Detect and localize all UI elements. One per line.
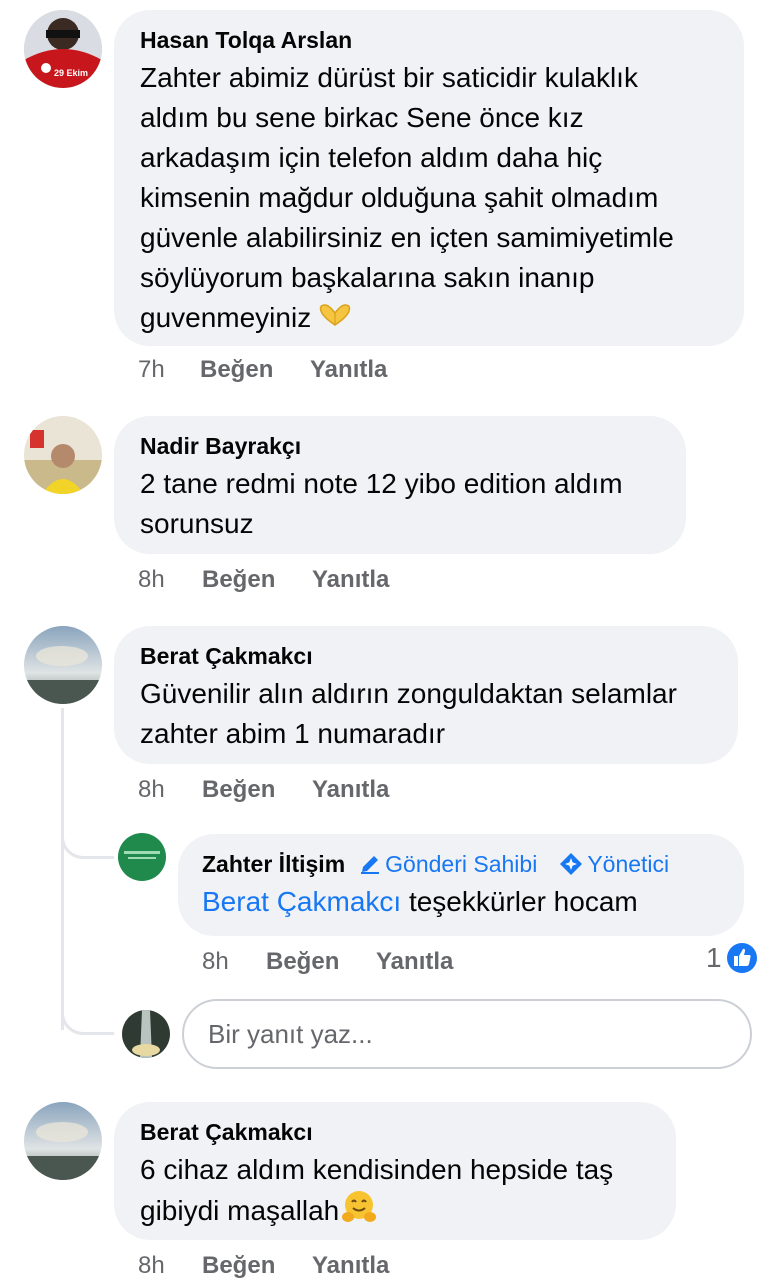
- comment-text: 2 tane redmi note 12 yibo edition aldım …: [140, 464, 660, 544]
- reply-button[interactable]: Yanıtla: [312, 776, 389, 804]
- comment-text: Güvenilir alın aldırın zonguldaktan sela…: [140, 674, 712, 754]
- reply-author[interactable]: Zahter İltişim: [202, 850, 345, 878]
- comment-line: aldım bu sene birkac Sene önce kız: [140, 102, 584, 133]
- reply-text: Berat Çakmakcı teşekkürler hocam: [202, 886, 638, 917]
- like-button[interactable]: Beğen: [266, 948, 376, 976]
- avatar-berat-image: [24, 626, 102, 704]
- author-badge: Gönderi Sahibi: [359, 850, 537, 878]
- comment-line: güvenle alabilirsiniz en içten samimiyet…: [140, 222, 674, 253]
- avatar-hasan[interactable]: 29 Ekim: [24, 10, 102, 88]
- like-button[interactable]: Beğen: [202, 776, 312, 804]
- reply-input-box[interactable]: [182, 999, 752, 1069]
- reply-input[interactable]: [184, 1001, 750, 1067]
- comment-actions: 7h Beğen Yanıtla: [138, 356, 387, 384]
- admin-badge: Yönetici: [559, 850, 669, 878]
- avatar-hasan-image: 29 Ekim: [24, 10, 102, 88]
- reply-button[interactable]: Yanıtla: [310, 356, 387, 384]
- comment-author[interactable]: Berat Çakmakcı: [140, 642, 712, 670]
- avatar-nadir[interactable]: [24, 416, 102, 494]
- avatar-berat-2[interactable]: [24, 1102, 102, 1180]
- comment-line: 6 cihaz aldım kendisinden hepside taş: [140, 1154, 614, 1185]
- comment-line: guvenmeyiniz: [140, 298, 718, 340]
- comment-text: Zahter abimiz dürüst bir saticidir kulak…: [140, 58, 718, 340]
- comment-bubble: Hasan Tolqa Arslan Zahter abimiz dürüst …: [114, 10, 744, 346]
- like-button[interactable]: Beğen: [202, 1252, 312, 1280]
- thread-line: [61, 708, 64, 1030]
- mention-link[interactable]: Berat Çakmakcı: [202, 886, 401, 917]
- comment-text: 6 cihaz aldım kendisinden hepside taş gi…: [140, 1150, 650, 1235]
- pencil-icon: [361, 856, 380, 874]
- reaction-summary[interactable]: 1: [706, 942, 758, 974]
- thread-branch: [61, 808, 114, 859]
- reply-button[interactable]: Yanıtla: [376, 948, 453, 976]
- reaction-count: 1: [706, 942, 722, 973]
- reply-actions: 8h Beğen Yanıtla: [202, 948, 453, 976]
- avatar-current-user-image: [122, 1010, 170, 1058]
- comment-line: Güvenilir alın aldırın zonguldaktan sela…: [140, 678, 677, 709]
- admin-shield-icon: [560, 853, 583, 875]
- reply-button[interactable]: Yanıtla: [312, 566, 389, 594]
- avatar-zahter-image: [118, 833, 166, 881]
- comment-line: gibiydi maşallah: [140, 1190, 650, 1235]
- comment-line: söylüyorum başkalarına sakın inanıp: [140, 262, 595, 293]
- avatar-berat[interactable]: [24, 626, 102, 704]
- reply-bubble: Zahter İltişim Gönderi Sahibi Yönetici B…: [178, 834, 744, 936]
- heart-hands-emoji: [317, 300, 353, 340]
- comment-actions: 8h Beğen Yanıtla: [138, 566, 389, 594]
- comment-time[interactable]: 8h: [138, 1252, 202, 1280]
- comment-bubble: Nadir Bayrakçı 2 tane redmi note 12 yibo…: [114, 416, 686, 554]
- comment-author[interactable]: Berat Çakmakcı: [140, 1118, 650, 1146]
- comment-actions: 8h Beğen Yanıtla: [138, 1252, 389, 1280]
- hugging-face-emoji: [341, 1190, 377, 1235]
- comment-time[interactable]: 8h: [138, 776, 202, 804]
- avatar-zahter[interactable]: [118, 833, 166, 881]
- comment-actions: 8h Beğen Yanıtla: [138, 776, 389, 804]
- reply-time[interactable]: 8h: [202, 948, 266, 976]
- comment-line: kimsenin mağdur olduğuna şahit olmadım: [140, 182, 659, 213]
- comment-line: 2 tane redmi note 12 yibo edition aldım: [140, 468, 623, 499]
- comment-bubble: Berat Çakmakcı Güvenilir alın aldırın zo…: [114, 626, 738, 764]
- comment-line: arkadaşım için telefon aldım daha hiç: [140, 142, 603, 173]
- reply-author-row: Zahter İltişim Gönderi Sahibi Yönetici: [202, 850, 720, 878]
- avatar-nadir-image: [24, 416, 102, 494]
- comment-author[interactable]: Nadir Bayrakçı: [140, 432, 660, 460]
- thread-branch: [61, 988, 114, 1035]
- comment-line: zahter abim 1 numaradır: [140, 718, 446, 749]
- like-button[interactable]: Beğen: [200, 356, 310, 384]
- like-button[interactable]: Beğen: [202, 566, 312, 594]
- comment-time[interactable]: 8h: [138, 566, 202, 594]
- comment-time[interactable]: 7h: [138, 356, 200, 384]
- like-reaction-icon: [726, 943, 757, 973]
- comment-bubble: Berat Çakmakcı 6 cihaz aldım kendisinden…: [114, 1102, 676, 1240]
- comment-author[interactable]: Hasan Tolqa Arslan: [140, 26, 718, 54]
- avatar-current-user: [122, 1010, 170, 1058]
- avatar-berat-image: [24, 1102, 102, 1180]
- comment-line: sorunsuz: [140, 508, 254, 539]
- comment-line: Zahter abimiz dürüst bir saticidir kulak…: [140, 62, 638, 93]
- reply-button[interactable]: Yanıtla: [312, 1252, 389, 1280]
- svg-text:29 Ekim: 29 Ekim: [54, 68, 88, 78]
